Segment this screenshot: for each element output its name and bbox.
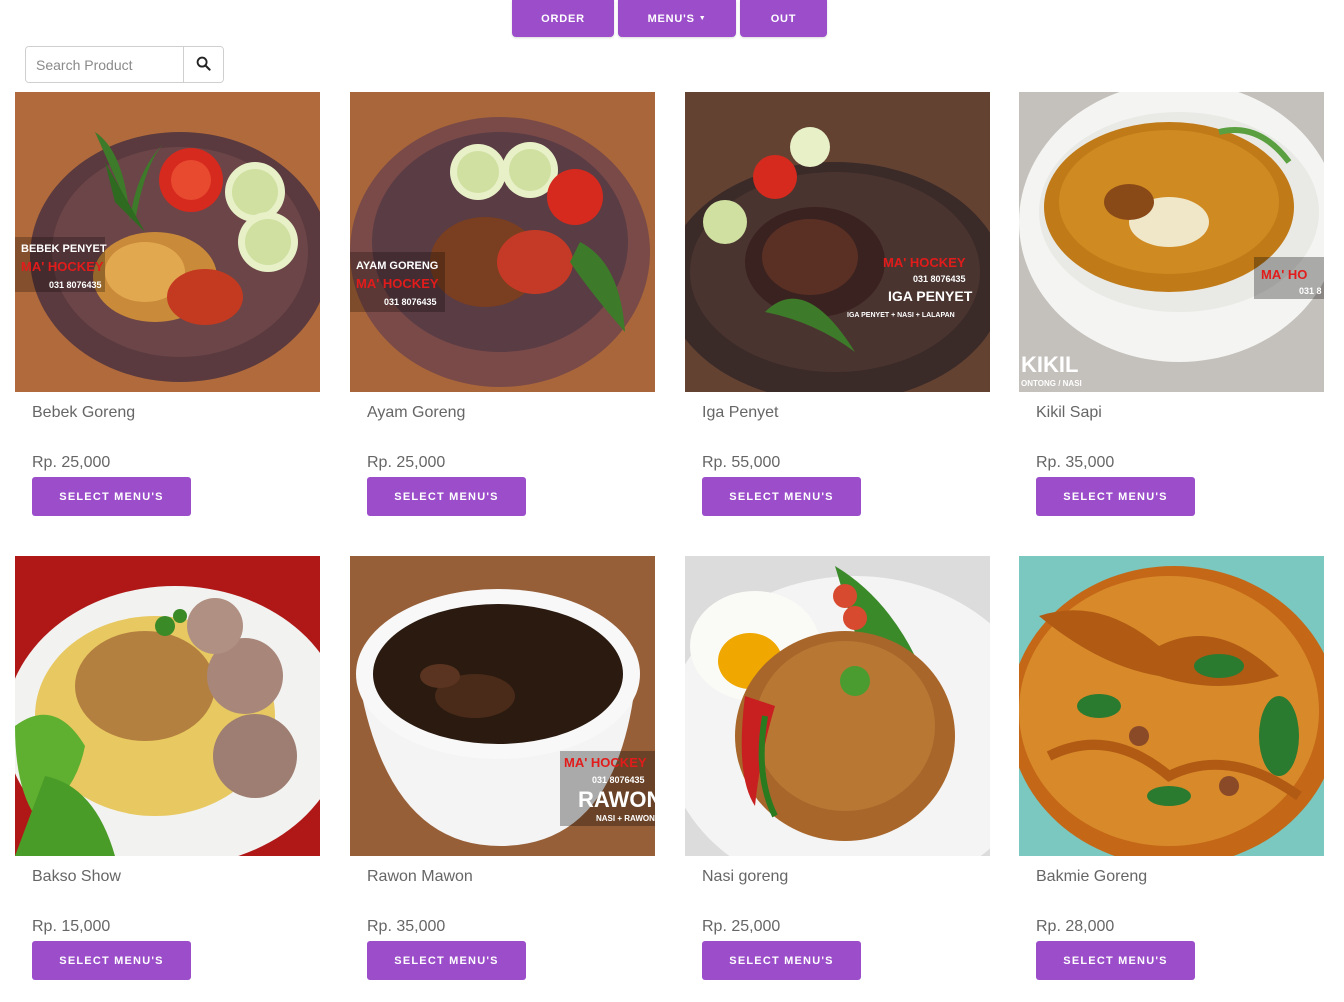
photo-caption: 031 8076435 [49,280,102,290]
product-name: Kikil Sapi [1036,404,1102,421]
product-price: Rp. 25,000 [32,454,111,471]
product-card: BEBEK PENYET MA' HOCKEY 031 8076435 Bebe… [15,92,320,516]
photo-caption: KIKIL [1021,352,1078,377]
product-price: Rp. 55,000 [702,454,781,471]
product-price: Rp. 35,000 [367,918,446,935]
photo-caption: MA' HOCKEY [564,755,647,770]
product-name: Bakmie Goreng [1036,868,1148,885]
photo-caption: 031 8076435 [384,297,437,307]
menus-label: MENU'S [647,12,695,25]
select-menu-button[interactable]: SELECT MENU'S [1036,477,1195,516]
select-menu-button[interactable]: SELECT MENU'S [702,477,861,516]
product-name: Rawon Mawon [367,868,473,885]
product-image[interactable] [15,556,320,856]
product-image[interactable] [1019,556,1324,856]
product-card: Bakmie Goreng Rp. 28,000 SELECT MENU'S [1019,556,1324,980]
photo-caption: 031 8 [1299,286,1322,296]
photo-caption: ONTONG / NASI [1021,379,1082,388]
photo-caption: IGA PENYET [888,288,973,304]
photo-caption: BEBEK PENYET [21,243,107,255]
select-menu-button[interactable]: SELECT MENU'S [367,477,526,516]
product-price: Rp. 28,000 [1036,918,1115,935]
product-image[interactable] [685,556,990,856]
order-button[interactable]: ORDER [512,0,614,37]
product-name: Iga Penyet [702,404,779,421]
select-menu-button[interactable]: SELECT MENU'S [702,941,861,980]
select-menu-button[interactable]: SELECT MENU'S [1036,941,1195,980]
photo-caption: 031 8076435 [592,775,645,785]
product-image[interactable]: MA' HOCKEY 031 8076435 IGA PENYET IGA PE… [685,92,990,392]
product-image[interactable]: AYAM GORENG MA' HOCKEY 031 8076435 [350,92,655,392]
out-label: OUT [770,12,797,25]
caret-down-icon: ▼ [698,15,707,22]
photo-caption: AYAM GORENG [356,260,438,272]
photo-caption: NASI + RAWON [596,814,655,823]
photo-caption: MA' HOCKEY [21,259,104,274]
product-price: Rp. 15,000 [32,918,111,935]
product-image[interactable]: MA' HO 031 8 KIKIL ONTONG / NASI [1019,92,1324,392]
photo-caption: 031 8076435 [913,274,966,284]
product-price: Rp. 25,000 [702,918,781,935]
search-input[interactable] [26,47,183,82]
product-card: AYAM GORENG MA' HOCKEY 031 8076435 Ayam … [350,92,655,516]
photo-caption: MA' HOCKEY [356,276,439,291]
select-menu-button[interactable]: SELECT MENU'S [32,477,191,516]
product-price: Rp. 35,000 [1036,454,1115,471]
product-price: Rp. 25,000 [367,454,446,471]
product-name: Ayam Goreng [367,404,466,421]
product-card: Nasi goreng Rp. 25,000 SELECT MENU'S [685,556,990,980]
photo-caption: MA' HOCKEY [883,255,966,270]
search-button[interactable] [183,47,223,82]
search-bar [25,46,224,83]
product-card: MA' HO 031 8 KIKIL ONTONG / NASI Kikil S… [1019,92,1324,516]
product-card: MA' HOCKEY 031 8076435 RAWON NASI + RAWO… [350,556,655,980]
order-label: ORDER [541,12,585,25]
product-name: Nasi goreng [702,868,789,885]
top-nav: ORDER MENU'S ▼ OUT [0,0,1344,40]
select-menu-button[interactable]: SELECT MENU'S [32,941,191,980]
photo-caption: MA' HO [1261,267,1307,282]
search-icon [196,56,211,74]
select-menu-button[interactable]: SELECT MENU'S [367,941,526,980]
out-button[interactable]: OUT [740,0,827,37]
product-image[interactable]: BEBEK PENYET MA' HOCKEY 031 8076435 [15,92,320,392]
photo-caption: RAWON [578,787,655,812]
menus-dropdown-button[interactable]: MENU'S ▼ [618,0,736,37]
product-name: Bakso Show [32,868,121,885]
product-card: Bakso Show Rp. 15,000 SELECT MENU'S [15,556,320,980]
product-name: Bebek Goreng [32,404,136,421]
product-image[interactable]: MA' HOCKEY 031 8076435 RAWON NASI + RAWO… [350,556,655,856]
product-card: MA' HOCKEY 031 8076435 IGA PENYET IGA PE… [685,92,990,516]
photo-caption: IGA PENYET + NASI + LALAPAN [847,312,955,319]
